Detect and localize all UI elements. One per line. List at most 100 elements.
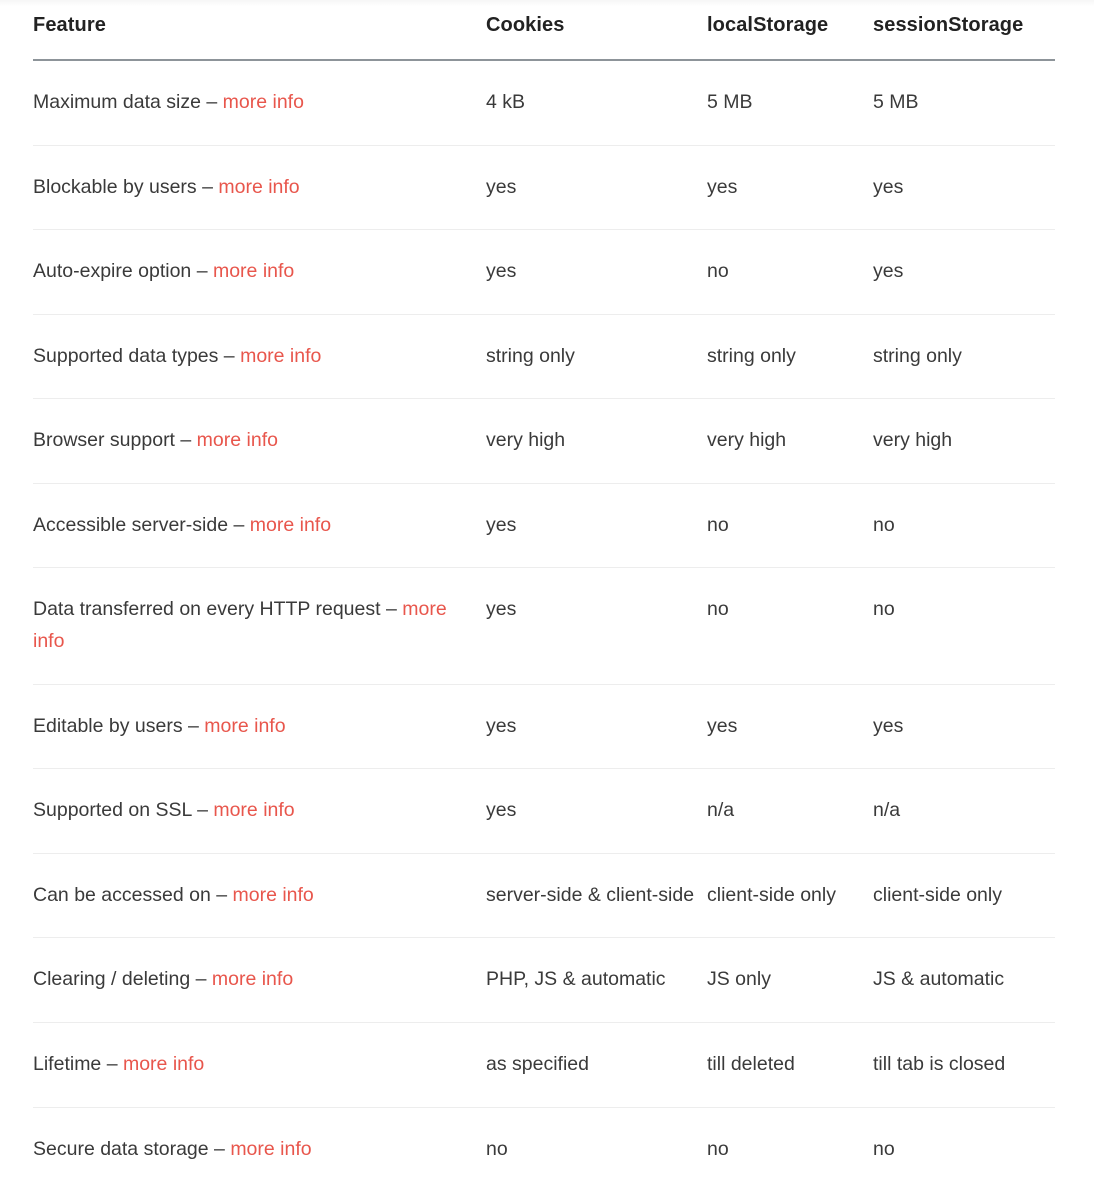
table-container: Feature Cookies localStorage sessionStor…: [33, 0, 1055, 1191]
more-info-link[interactable]: more info: [218, 176, 299, 198]
more-info-link[interactable]: more info: [230, 1138, 311, 1160]
feature-label: Browser support: [33, 429, 175, 452]
comparison-table-page: Feature Cookies localStorage sessionStor…: [0, 0, 1094, 1200]
more-info-link[interactable]: more info: [240, 345, 321, 367]
more-info-link[interactable]: more info: [204, 715, 285, 737]
localstorage-cell: till deleted: [707, 1022, 873, 1108]
more-info-link[interactable]: more info: [213, 260, 294, 282]
cookies-cell: yes: [486, 768, 707, 854]
table-row: Auto-expire option – more info yes no yes: [33, 229, 1055, 315]
more-info-link[interactable]: more info: [212, 968, 293, 990]
cookies-cell: server-side & client-side: [486, 853, 707, 939]
sessionstorage-cell: yes: [873, 229, 1055, 315]
localstorage-cell: no: [707, 229, 873, 315]
feature-separator: –: [380, 598, 403, 621]
feature-separator: –: [208, 1137, 231, 1160]
feature-separator: –: [174, 429, 197, 452]
more-info-link[interactable]: more info: [232, 884, 313, 906]
feature-label: Blockable by users: [33, 175, 197, 198]
table-row: Can be accessed on – more info server-sid…: [33, 853, 1055, 939]
sessionstorage-cell: 5 MB: [873, 60, 1055, 146]
feature-label: Supported data types: [33, 344, 219, 367]
sessionstorage-cell: till tab is closed: [873, 1022, 1055, 1108]
sessionstorage-cell: no: [873, 567, 1055, 685]
table-header: Feature Cookies localStorage sessionStor…: [33, 0, 1055, 61]
feature-separator: –: [101, 1052, 123, 1075]
table-row: Editable by users – more info yes yes yes: [33, 684, 1055, 770]
table-body: Maximum data size – more info 4 kB 5 MB 5 M…: [33, 60, 1055, 1191]
feature-separator: –: [200, 91, 223, 113]
cookies-cell: very high: [486, 398, 707, 484]
sessionstorage-cell: client-side only: [873, 853, 1055, 939]
localstorage-cell: very high: [707, 398, 873, 484]
feature-cell: Browser support – more info: [33, 398, 486, 484]
cookies-cell: yes: [486, 145, 707, 231]
table-row: Blockable by users – more info yes yes yes: [33, 145, 1055, 231]
table-row: Clearing / deleting – more info PHP, JS &…: [33, 937, 1055, 1023]
feature-cell: Lifetime – more info: [33, 1022, 486, 1108]
sessionstorage-cell: JS & automatic: [873, 937, 1055, 1023]
feature-label: Auto-expire option: [33, 260, 192, 283]
feature-label: Clearing / deleting: [33, 968, 191, 991]
cookies-cell: yes: [486, 567, 707, 685]
feature-separator: –: [218, 344, 241, 367]
cookies-cell: 4 kB: [486, 60, 707, 146]
feature-separator: –: [191, 260, 213, 283]
localstorage-cell: no: [707, 483, 873, 569]
localstorage-cell: n/a: [707, 768, 873, 854]
feature-label: Editable by users: [33, 714, 183, 737]
feature-label: Can be accessed on: [33, 883, 211, 906]
localstorage-cell: string only: [707, 314, 873, 400]
column-header-localstorage: localStorage: [707, 0, 873, 61]
more-info-link[interactable]: more info: [250, 514, 331, 536]
feature-separator: –: [228, 513, 250, 536]
feature-separator: –: [191, 799, 214, 822]
column-header-feature: Feature: [33, 0, 486, 61]
feature-cell: Accessible server-side – more info: [33, 483, 486, 569]
localstorage-cell: yes: [707, 684, 873, 770]
header-row: Feature Cookies localStorage sessionStor…: [33, 0, 1055, 61]
column-header-sessionstorage: sessionStorage: [873, 0, 1055, 61]
feature-label: Secure data storage: [33, 1137, 209, 1160]
feature-cell: Secure data storage – more info: [33, 1107, 486, 1191]
storage-comparison-table: Feature Cookies localStorage sessionStor…: [33, 0, 1055, 1191]
more-info-link[interactable]: more info: [223, 91, 304, 113]
feature-label: Accessible server-side: [33, 513, 229, 536]
feature-cell: Supported data types – more info: [33, 314, 486, 400]
feature-label: Lifetime: [33, 1052, 102, 1075]
feature-cell: Can be accessed on – more info: [33, 853, 486, 939]
sessionstorage-cell: no: [873, 483, 1055, 569]
feature-separator: –: [190, 968, 212, 991]
feature-cell: Editable by users – more info: [33, 684, 486, 770]
table-row: Accessible server-side – more info yes no n…: [33, 483, 1055, 569]
sessionstorage-cell: yes: [873, 145, 1055, 231]
sessionstorage-cell: no: [873, 1137, 895, 1160]
table-row: Supported on SSL – more info yes n/a n/a: [33, 768, 1055, 854]
more-info-link[interactable]: more info: [197, 429, 278, 451]
cookies-cell: yes: [486, 684, 707, 770]
feature-label: Data transferred on every HTTP request: [33, 598, 381, 621]
sessionstorage-cell: very high: [873, 398, 1055, 484]
cookies-cell: yes: [486, 229, 707, 315]
table-row: Lifetime – more info as specified till del…: [33, 1022, 1055, 1108]
feature-separator: –: [210, 883, 233, 906]
more-info-link[interactable]: more info: [123, 1053, 204, 1075]
feature-cell: Auto-expire option – more info: [33, 229, 486, 315]
cookies-cell: no: [486, 1137, 508, 1160]
localstorage-cell: no: [707, 1137, 729, 1160]
localstorage-cell: client-side only: [707, 853, 873, 939]
table-row: Supported data types – more info string o…: [33, 314, 1055, 400]
feature-cell: Maximum data size – more info: [33, 60, 486, 146]
sessionstorage-cell: n/a: [873, 768, 1055, 854]
feature-cell: Supported on SSL – more info: [33, 768, 486, 854]
feature-cell: Data transferred on every HTTP request –…: [33, 567, 486, 685]
cookies-cell: as specified: [486, 1022, 707, 1108]
localstorage-cell: JS only: [707, 937, 873, 1023]
localstorage-cell: no: [707, 567, 873, 685]
cookies-cell: PHP, JS & automatic: [486, 937, 707, 1023]
feature-label: Supported on SSL: [33, 799, 192, 822]
table-row: Browser support – more info very high very…: [33, 398, 1055, 484]
column-header-cookies: Cookies: [486, 0, 707, 61]
feature-cell: Clearing / deleting – more info: [33, 937, 486, 1023]
more-info-link[interactable]: more info: [213, 799, 294, 821]
